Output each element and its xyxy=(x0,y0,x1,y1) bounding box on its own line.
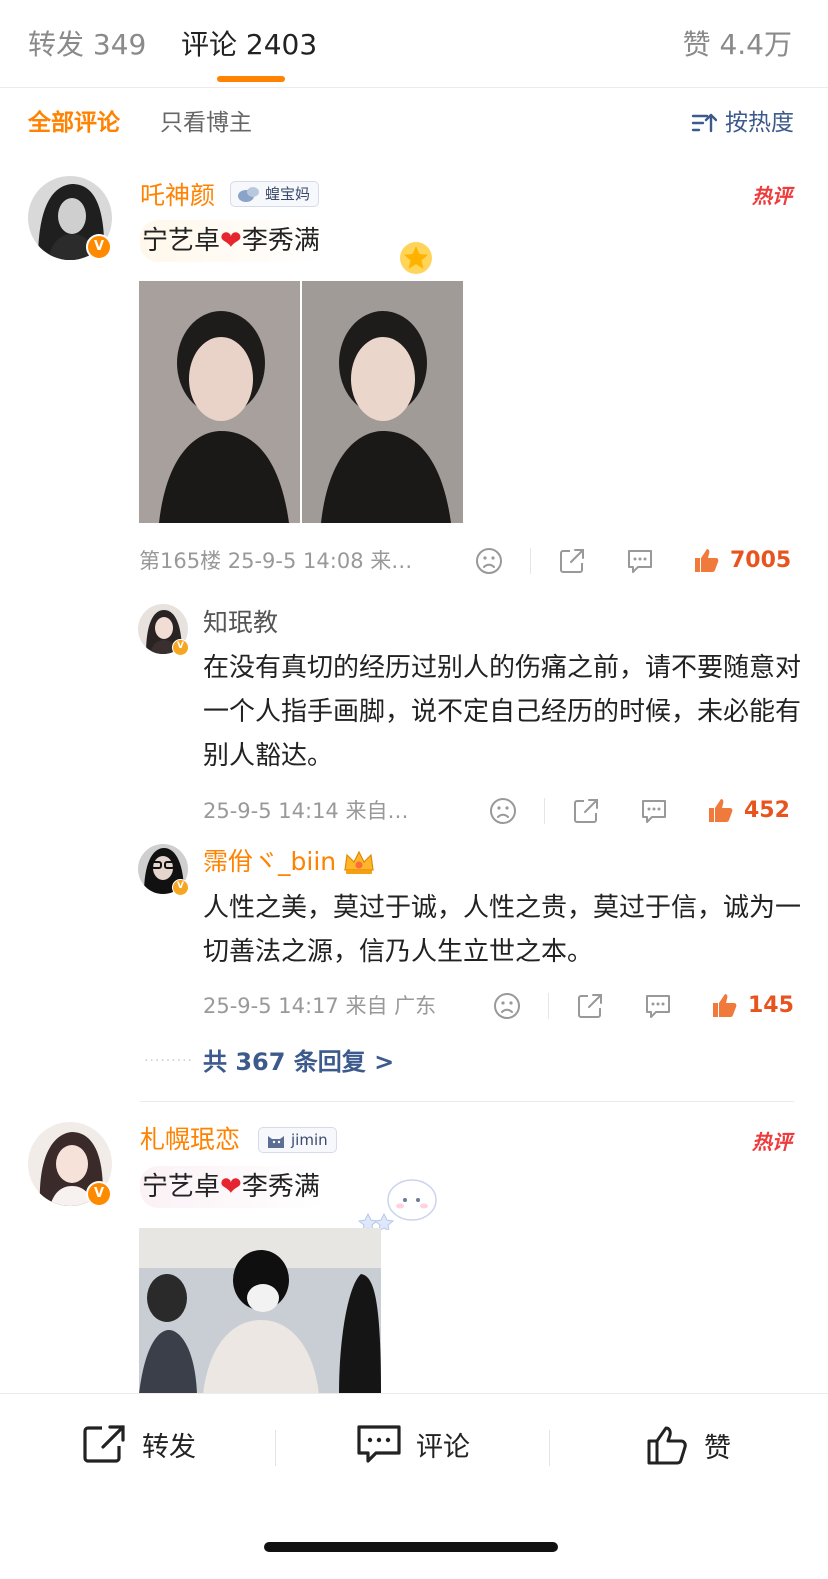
cat-badge-icon xyxy=(268,1136,284,1148)
comment-text-part-1: 宁艺卓 xyxy=(142,1172,221,1202)
thumbs-up-icon xyxy=(709,799,733,822)
active-tab-indicator xyxy=(217,76,285,82)
comment-item: V 吒神颜 蝗宝妈 热评 宁艺卓❤李秀满 第165楼 25-9-5 14:08 … xyxy=(0,160,828,1100)
tab-reposts[interactable]: 转发 349 xyxy=(28,27,146,63)
like-label: 赞 xyxy=(704,1432,731,1464)
reply-username[interactable]: 知珉教 xyxy=(203,607,278,639)
reply-meta: 25-9-5 14:14 来自… xyxy=(203,799,409,823)
sad-face-icon xyxy=(476,548,502,574)
comment-button[interactable]: 评论 xyxy=(356,1424,470,1464)
filter-all-comments[interactable]: 全部评论 xyxy=(28,108,120,138)
fan-tag[interactable]: jimin xyxy=(258,1127,337,1153)
comment-image[interactable] xyxy=(139,1228,381,1394)
like-count: 145 xyxy=(748,992,794,1018)
share-button[interactable] xyxy=(571,796,601,826)
bottom-action-bar: 转发 评论 赞 xyxy=(0,1393,828,1579)
crown-badge-icon xyxy=(344,850,374,874)
like-count: 452 xyxy=(744,797,790,823)
reply-text: 人性之美，莫过于诚，人性之贵，莫过于信，诚为一切善法之源，信乃人生立世之本。 xyxy=(203,893,802,967)
star-badge-icon xyxy=(394,238,438,282)
divider xyxy=(548,993,549,1019)
verified-badge-icon: V xyxy=(172,879,189,896)
comment-icon xyxy=(357,1425,401,1463)
comment-icon xyxy=(628,550,652,573)
sort-label: 按热度 xyxy=(725,110,794,136)
comment-username[interactable]: 札幌珉恋 xyxy=(140,1124,240,1156)
comment-icon xyxy=(642,800,666,823)
thumbs-up-icon xyxy=(713,994,737,1017)
thumbs-up-icon xyxy=(695,549,719,572)
thumbs-up-icon xyxy=(647,1426,687,1465)
heart-emoji-icon: ❤ xyxy=(220,226,242,256)
comment-item: V 札幌珉恋 jimin 热评 宁艺卓❤李秀满 xyxy=(0,1104,828,1394)
comment-text-part-1: 宁艺卓 xyxy=(142,226,221,256)
verified-badge-icon: V xyxy=(86,234,112,260)
like-count: 7005 xyxy=(730,547,792,573)
fan-tag[interactable]: 蝗宝妈 xyxy=(230,181,320,207)
filter-author-only[interactable]: 只看博主 xyxy=(160,108,252,138)
heart-emoji-icon: ❤ xyxy=(220,1172,242,1202)
comment-icon xyxy=(646,995,670,1018)
reply-username: 霈佾ヾ_biin xyxy=(203,847,337,876)
sad-face-icon xyxy=(490,798,516,824)
repost-button[interactable]: 转发 xyxy=(82,1424,196,1464)
dislike-button[interactable] xyxy=(492,991,522,1021)
comment-username[interactable]: 吒神颜 xyxy=(140,180,215,212)
hot-comment-badge: 热评 xyxy=(752,184,792,208)
fan-tag-label: jimin xyxy=(291,1131,328,1149)
share-icon xyxy=(578,994,602,1018)
view-more-replies-link[interactable]: 共 367 条回复 > xyxy=(203,1047,394,1077)
divider xyxy=(530,548,531,574)
like-button[interactable]: 7005 xyxy=(692,545,791,575)
sort-by-hot-button[interactable]: 按热度 xyxy=(691,108,794,138)
dislike-button[interactable] xyxy=(474,546,504,576)
repost-label: 转发 xyxy=(142,1431,196,1463)
fan-badge-icon xyxy=(238,187,259,202)
comment-text-part-2: 李秀满 xyxy=(241,1172,320,1202)
comment-text: 宁艺卓❤李秀满 xyxy=(140,220,326,262)
like-button[interactable]: 145 xyxy=(710,990,794,1020)
reply-button[interactable] xyxy=(643,991,673,1021)
hot-comment-badge: 热评 xyxy=(752,1130,792,1154)
comment-divider xyxy=(140,1101,794,1102)
divider xyxy=(275,1430,276,1466)
reply-username-row[interactable]: 霈佾ヾ_biin xyxy=(203,846,376,878)
reply-text: 在没有真切的经历过别人的伤痛之前，请不要随意对一个人指手画脚，说不定自己经历的时… xyxy=(203,653,802,771)
tab-likes[interactable]: 赞 4.4万 xyxy=(683,27,792,63)
home-indicator xyxy=(264,1542,558,1552)
divider xyxy=(544,798,545,824)
verified-badge-icon: V xyxy=(172,639,189,656)
reply-button[interactable] xyxy=(639,796,669,826)
like-post-button[interactable]: 赞 xyxy=(646,1424,731,1466)
comment-text-part-2: 李秀满 xyxy=(241,226,320,256)
thread-dots: ········· xyxy=(144,1053,194,1069)
fan-tag-label: 蝗宝妈 xyxy=(265,185,311,203)
reply-button[interactable] xyxy=(625,546,655,576)
comment-tabs: 转发 349 评论 2403 赞 4.4万 xyxy=(0,0,828,88)
comment-text: 宁艺卓❤李秀满 xyxy=(140,1166,326,1208)
share-button[interactable] xyxy=(575,991,605,1021)
comment-label: 评论 xyxy=(416,1431,470,1463)
dislike-button[interactable] xyxy=(488,796,518,826)
like-button[interactable]: 452 xyxy=(706,795,790,825)
comment-image[interactable] xyxy=(139,281,463,523)
comment-filter-bar: 全部评论 只看博主 按热度 xyxy=(0,88,828,158)
sad-face-icon xyxy=(494,993,520,1019)
share-icon xyxy=(83,1425,125,1463)
divider xyxy=(549,1430,550,1466)
bunny-sticker-icon xyxy=(350,1170,442,1234)
share-button[interactable] xyxy=(557,546,587,576)
sort-icon xyxy=(691,113,717,133)
share-icon xyxy=(574,799,598,823)
tab-comments[interactable]: 评论 2403 xyxy=(181,27,317,63)
reply-meta: 25-9-5 14:17 来自 广东 xyxy=(203,994,437,1018)
comment-meta: 第165楼 25-9-5 14:08 来… xyxy=(139,549,413,573)
verified-badge-icon: V xyxy=(86,1181,112,1207)
share-icon xyxy=(560,549,584,573)
